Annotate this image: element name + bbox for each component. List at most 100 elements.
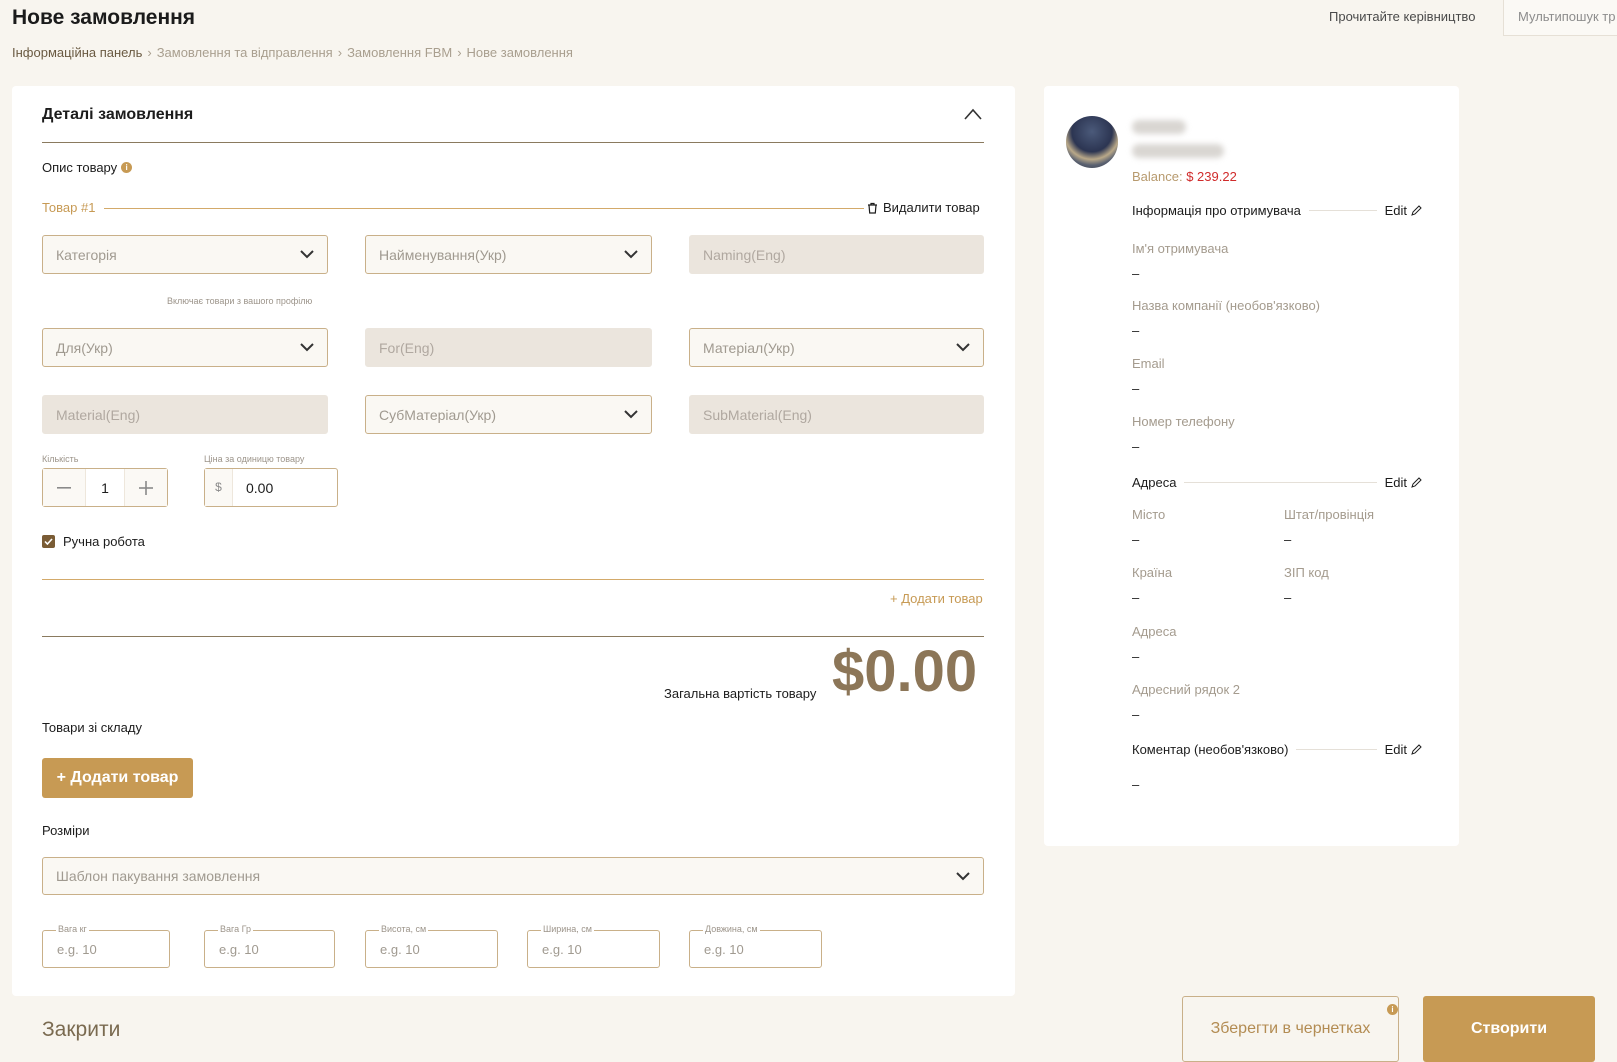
edit-address-button[interactable]: Edit	[1385, 475, 1422, 490]
submaterial-eng-field: SubMaterial(Eng)	[689, 395, 984, 434]
edit-recipient-button[interactable]: Edit	[1385, 203, 1422, 218]
check-icon[interactable]	[42, 535, 55, 548]
divider	[1184, 482, 1377, 483]
currency-symbol: $	[205, 469, 233, 506]
unit-price-label: Ціна за одиницю товару	[204, 454, 305, 464]
weight-kg-label: Вага кг	[56, 924, 89, 934]
packaging-template-select[interactable]: Шаблон пакування замовлення	[42, 857, 984, 895]
info-icon[interactable]: i	[1387, 1004, 1398, 1015]
footer-bar: Закрити Зберегти в чернетках i Створити	[12, 996, 1617, 1062]
height-input[interactable]: e.g. 10	[365, 930, 498, 968]
item-label: Товар #1	[42, 200, 96, 215]
pencil-icon	[1411, 205, 1422, 216]
submaterial-eng-placeholder: SubMaterial(Eng)	[703, 406, 812, 423]
weight-g-label: Вага Гр	[218, 924, 253, 934]
edit-label: Edit	[1384, 475, 1407, 490]
balance-value: $ 239.22	[1186, 169, 1237, 184]
breadcrumb: Інформаційна панель › Замовлення та відпра…	[12, 45, 573, 60]
trash-icon	[868, 202, 877, 214]
height-placeholder: e.g. 10	[380, 941, 420, 957]
material-ukr-select[interactable]: Матеріал(Укр)	[689, 328, 984, 367]
divider	[104, 208, 864, 209]
length-label: Довжина, см	[703, 924, 760, 934]
edit-label: Edit	[1384, 203, 1407, 218]
create-button[interactable]: Створити	[1423, 996, 1595, 1062]
breadcrumb-item-orders[interactable]: Замовлення та відправлення	[157, 45, 333, 60]
submaterial-ukr-select[interactable]: СубМатеріал(Укр)	[365, 395, 652, 434]
quantity-label: Кількість	[42, 454, 79, 464]
naming-eng-placeholder: Naming(Eng)	[703, 246, 786, 263]
product-description-text: Опис товару	[42, 160, 118, 175]
address2-value: –	[1132, 707, 1140, 722]
address-header: Адреса Edit	[1132, 475, 1422, 490]
height-label: Висота, см	[379, 924, 429, 934]
category-hint: Включає товари з вашого профілю	[167, 296, 313, 306]
breadcrumb-item-fbm[interactable]: Замовлення FBM	[347, 45, 452, 60]
company-label: Назва компанії (необов'язково)	[1132, 298, 1321, 313]
address-label: Адреса	[1132, 624, 1177, 639]
for-ukr-placeholder: Для(Укр)	[56, 339, 113, 356]
stock-title: Товари зі складу	[42, 720, 142, 735]
submaterial-ukr-placeholder: СубМатеріал(Укр)	[379, 406, 496, 423]
guide-link[interactable]: Прочитайте керівництво	[1329, 9, 1475, 24]
chevron-down-icon	[624, 250, 638, 259]
total-value: $0.00	[832, 639, 978, 704]
for-eng-placeholder: For(Eng)	[379, 339, 435, 356]
recipient-name-label: Ім'я отримувача	[1132, 241, 1229, 256]
breadcrumb-item-dashboard[interactable]: Інформаційна панель	[12, 45, 142, 60]
close-button[interactable]: Закрити	[42, 1018, 120, 1042]
category-select[interactable]: Категорія	[42, 235, 328, 274]
page-title: Нове замовлення	[12, 6, 196, 29]
divider	[42, 636, 984, 637]
recipient-info-title: Інформація про отримувача	[1132, 203, 1301, 218]
edit-comment-button[interactable]: Edit	[1385, 742, 1422, 757]
state-value: –	[1284, 532, 1292, 547]
phone-label: Номер телефону	[1132, 414, 1235, 429]
material-ukr-placeholder: Матеріал(Укр)	[703, 339, 795, 356]
add-stock-item-button[interactable]: + Додати товар	[42, 758, 193, 798]
email-label: Email	[1132, 356, 1165, 371]
top-bar: Нове замовлення Прочитайте керівництво М…	[0, 0, 1617, 40]
save-draft-button[interactable]: Зберегти в чернетках	[1182, 996, 1399, 1062]
weight-g-input[interactable]: e.g. 10	[204, 930, 335, 968]
chevron-down-icon	[956, 343, 970, 352]
recipient-card: Balance: $ 239.22 Інформація про отримув…	[1044, 86, 1459, 846]
chevron-down-icon	[300, 343, 314, 352]
zip-value: –	[1284, 590, 1292, 605]
length-input[interactable]: e.g. 10	[689, 930, 822, 968]
quantity-stepper[interactable]: 1	[42, 468, 168, 507]
address2-label: Адресний рядок 2	[1132, 682, 1240, 697]
chevron-down-icon	[300, 250, 314, 259]
naming-eng-field: Naming(Eng)	[689, 235, 984, 274]
name-ukr-select[interactable]: Найменування(Укр)	[365, 235, 652, 274]
address-value: –	[1132, 649, 1140, 664]
delete-item-label: Видалити товар	[883, 200, 980, 215]
add-item-link[interactable]: + Додати товар	[890, 591, 983, 606]
comment-value: –	[1132, 777, 1140, 792]
unit-price-input[interactable]: $ 0.00	[204, 468, 338, 507]
balance: Balance: $ 239.22	[1132, 169, 1237, 184]
for-ukr-select[interactable]: Для(Укр)	[42, 328, 328, 367]
handmade-label: Ручна робота	[63, 534, 145, 549]
chevron-up-icon[interactable]	[964, 108, 982, 120]
chevron-down-icon	[624, 410, 638, 419]
multisearch-button[interactable]: Мультипошук тр	[1503, 0, 1617, 36]
quantity-value[interactable]: 1	[85, 469, 125, 506]
breadcrumb-separator-icon: ›	[337, 45, 343, 60]
minus-icon[interactable]	[43, 469, 85, 506]
avatar	[1066, 116, 1118, 168]
product-description-label: Опис товару i	[42, 160, 133, 175]
company-value: –	[1132, 323, 1140, 338]
country-value: –	[1132, 590, 1140, 605]
plus-icon[interactable]	[125, 469, 167, 506]
pencil-icon	[1411, 477, 1422, 488]
width-input[interactable]: e.g. 10	[527, 930, 660, 968]
info-icon[interactable]: i	[121, 162, 133, 173]
material-eng-field: Material(Eng)	[42, 395, 328, 434]
delete-item-button[interactable]: Видалити товар	[867, 200, 980, 215]
handmade-checkbox[interactable]: Ручна робота	[42, 534, 145, 549]
city-value: –	[1132, 532, 1140, 547]
email-value: –	[1132, 381, 1140, 396]
name-ukr-placeholder: Найменування(Укр)	[379, 246, 507, 263]
weight-kg-input[interactable]: e.g. 10	[42, 930, 170, 968]
